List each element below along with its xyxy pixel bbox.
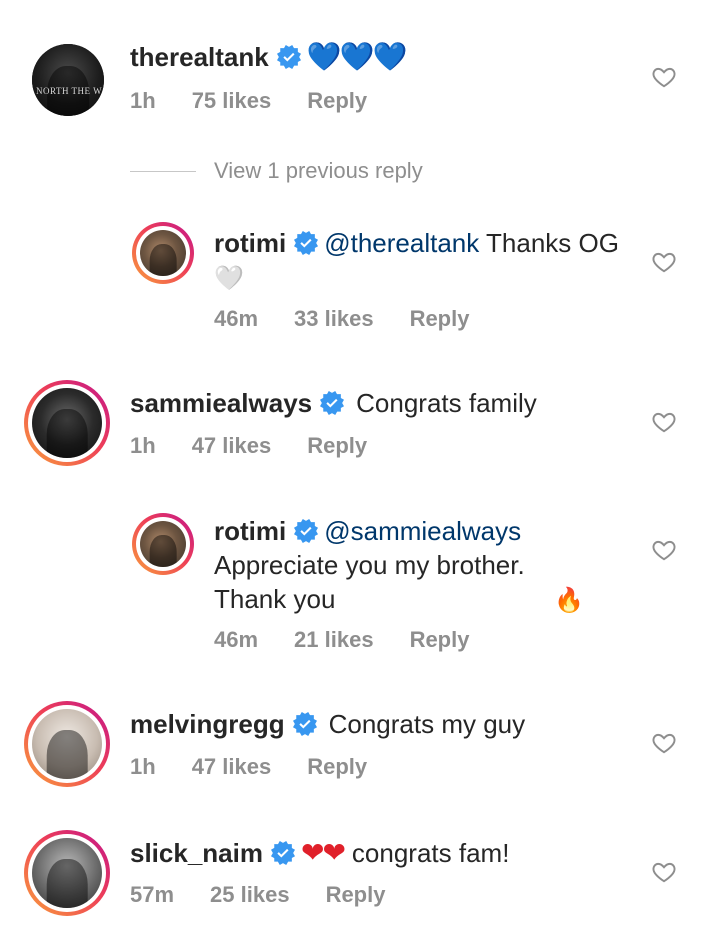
comment-text: Thanks OG [479, 228, 619, 258]
avatar[interactable]: NORTH THE WA [32, 44, 104, 116]
divider [130, 170, 196, 172]
likes-count[interactable]: 21 likes [294, 627, 374, 652]
mention-link[interactable]: @therealtank [324, 228, 479, 258]
username[interactable]: rotimi [214, 516, 286, 546]
comment-meta: 46m 21 likes Reply [214, 627, 469, 653]
comment-body: slick_naim ❤❤ congrats fam! [130, 836, 630, 870]
comment-text: Appreciate you my brother. Thank you [214, 550, 525, 614]
reply-button[interactable]: Reply [410, 627, 470, 652]
comment-body: melvingregg Congrats my guy [130, 707, 630, 741]
red-hearts-emoji: ❤❤ [300, 836, 346, 869]
comment-text: Congrats my guy [328, 709, 526, 739]
comment-meta: 1h 47 likes Reply [130, 754, 367, 780]
timestamp: 46m [214, 306, 259, 331]
mention-link[interactable]: @sammiealways [324, 516, 521, 546]
comment-body: sammiealways Congrats family [130, 386, 630, 420]
likes-count[interactable]: 47 likes [192, 754, 272, 779]
timestamp: 46m [214, 627, 259, 652]
reply-button[interactable]: Reply [307, 433, 367, 458]
verified-badge-icon [294, 519, 319, 543]
comment-text: congrats fam! [351, 838, 510, 868]
verified-badge-icon [292, 712, 317, 736]
heart-outline-icon[interactable] [651, 64, 677, 90]
likes-count[interactable]: 75 likes [192, 88, 272, 113]
fire-emoji: 🔥 [554, 586, 584, 614]
comments-thread: NORTH THE WA therealtank 💙💙💙 1h 75 likes Re… [0, 0, 720, 948]
username[interactable]: sammiealways [130, 388, 312, 418]
likes-count[interactable]: 25 likes [210, 882, 290, 907]
timestamp: 1h [130, 88, 156, 113]
comment-text: Congrats family [356, 388, 537, 418]
verified-badge-icon [276, 45, 301, 69]
comment-meta: 1h 75 likes Reply [130, 88, 367, 114]
username[interactable]: rotimi [214, 228, 286, 258]
avatar[interactable] [24, 830, 110, 916]
verified-badge-icon [320, 391, 345, 415]
reply-button[interactable]: Reply [410, 306, 470, 331]
reply-button[interactable]: Reply [326, 882, 386, 907]
comment-text: 💙💙💙 [306, 40, 408, 73]
timestamp: 1h [130, 754, 156, 779]
verified-badge-icon [294, 231, 319, 255]
heart-outline-icon[interactable] [651, 859, 677, 885]
avatar[interactable] [132, 513, 194, 575]
comment-meta: 57m 25 likes Reply [130, 882, 385, 908]
heart-outline-icon[interactable] [651, 730, 677, 756]
comment-meta: 1h 47 likes Reply [130, 433, 367, 459]
username[interactable]: therealtank [130, 42, 269, 72]
reply-button[interactable]: Reply [307, 88, 367, 113]
avatar[interactable] [132, 222, 194, 284]
avatar[interactable] [24, 380, 110, 466]
view-previous-label: View 1 previous reply [214, 158, 423, 183]
comment-body: rotimi @sammiealways Appreciate you my bro… [214, 514, 634, 617]
avatar[interactable] [24, 701, 110, 787]
reply-button[interactable]: Reply [307, 754, 367, 779]
comment-body: rotimi @therealtank Thanks OG 🤍 [214, 226, 624, 295]
heart-outline-icon[interactable] [651, 409, 677, 435]
likes-count[interactable]: 47 likes [192, 433, 272, 458]
white-heart-emoji: 🤍 [214, 264, 245, 293]
likes-count[interactable]: 33 likes [294, 306, 374, 331]
comment-meta: 46m 33 likes Reply [214, 306, 469, 332]
heart-outline-icon[interactable] [651, 537, 677, 563]
timestamp: 57m [130, 882, 175, 907]
comment-body: therealtank 💙💙💙 [130, 40, 630, 74]
view-previous-replies-button[interactable]: View 1 previous reply [130, 156, 423, 186]
avatar-caption: NORTH THE WA [36, 85, 104, 96]
heart-outline-icon[interactable] [651, 249, 677, 275]
timestamp: 1h [130, 433, 156, 458]
username[interactable]: melvingregg [130, 709, 285, 739]
username[interactable]: slick_naim [130, 838, 263, 868]
verified-badge-icon [270, 841, 295, 865]
